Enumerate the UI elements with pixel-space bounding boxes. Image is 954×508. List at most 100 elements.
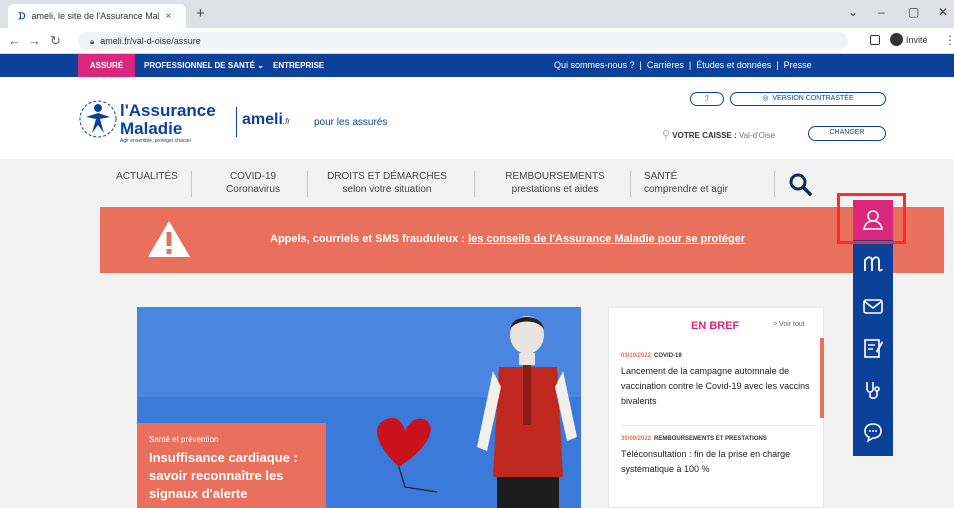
news-text: Téléconsultation : fin de la prise en ch… — [621, 449, 791, 474]
main-nav: ACTUALITÉS COVID-19 Coronavirus DROITS E… — [0, 159, 954, 207]
nav-covid-line2: Coronavirus — [226, 184, 280, 195]
fraud-alert-banner: Appels, courriels et SMS frauduleux : le… — [100, 207, 944, 273]
site-top-nav: ASSURÉ PROFESSIONNEL DE SANTÉ ⌄ ENTREPRI… — [0, 54, 954, 77]
stethoscope-icon — [866, 382, 880, 399]
mail-icon — [863, 299, 883, 314]
browser-menu-icon[interactable]: ⋮ — [944, 33, 954, 47]
nav-actualites-label: ACTUALITÉS — [116, 171, 178, 182]
contrast-version-button[interactable]: ◎ VERSION CONTRASTÉE — [730, 92, 886, 106]
site-header: l'Assurance Maladie Agir ensemble, proté… — [0, 77, 954, 159]
news-text: Lancement de la campagne automnale de va… — [621, 366, 810, 406]
nav-divider — [307, 171, 308, 197]
news-divider — [621, 425, 815, 426]
logo-line-1: l'Assurance — [120, 101, 216, 120]
forward-icon[interactable]: → — [28, 33, 41, 48]
alert-prefix: Appels, courriels et SMS frauduleux : — [270, 233, 465, 245]
tab-search-icon[interactable]: ⌄ — [848, 5, 858, 19]
en-bref-panel: EN BREF > Voir tout 03/10/2022 COVID-19 L… — [608, 307, 824, 508]
tab-overview-icon[interactable] — [870, 35, 880, 45]
logo-line-2: Maladie — [120, 119, 183, 138]
nav-sante[interactable]: SANTÉ comprendre et agir — [644, 170, 760, 196]
nav-divider — [630, 171, 631, 197]
news-tag: COVID-19 — [654, 353, 682, 359]
forms-button[interactable] — [853, 328, 893, 368]
chat-button[interactable] — [853, 412, 893, 452]
link-carrieres[interactable]: Carrières — [647, 60, 684, 70]
top-links: Qui sommes-nous ? | Carrières | Études et do… — [554, 60, 812, 70]
profile-label: Invité — [906, 34, 928, 45]
nav-sante-line1: SANTÉ — [644, 171, 678, 182]
news-meta: 30/09/2022 REMBOURSEMENTS ET PRESTATIONS — [621, 435, 815, 444]
lock-icon: 🔒︎ — [90, 37, 95, 46]
ameli-fr: .fr — [282, 117, 291, 126]
browser-toolbar: ← → ↻ 🔒︎ ameli.fr/val-d-oise/assure Invit… — [0, 28, 954, 54]
news-date: 30/09/2022 — [621, 436, 652, 442]
messaging-button[interactable] — [853, 286, 893, 326]
back-icon[interactable]: ← — [8, 33, 21, 48]
alert-link[interactable]: les conseils de l'Assurance Maladie pour… — [468, 233, 745, 245]
hero-category: Santé et prévention — [149, 435, 219, 444]
search-icon[interactable] — [788, 172, 812, 196]
nav-remboursements[interactable]: REMBOURSEMENTS prestations et aides — [490, 170, 620, 196]
voir-tout-link[interactable]: > Voir tout — [773, 321, 805, 328]
nav-actualites[interactable]: ACTUALITÉS — [102, 170, 192, 183]
news-item[interactable]: 03/10/2022 COVID-19 Lancement de la campa… — [621, 352, 815, 409]
assurance-maladie-logo[interactable]: l'Assurance Maladie Agir ensemble, proté… — [78, 99, 218, 147]
close-window-button[interactable]: ✕ — [938, 5, 948, 19]
caisse-label: VOTRE CAISSE : — [672, 131, 737, 140]
audience-label: pour les assurés — [314, 117, 388, 128]
address-bar[interactable]: 🔒︎ ameli.fr/val-d-oise/assure — [78, 32, 848, 50]
browser-tab-bar: ᗪ ameli, le site de l'Assurance Mala × +… — [0, 0, 954, 28]
news-tag: REMBOURSEMENTS ET PRESTATIONS — [654, 436, 767, 442]
warning-icon — [148, 221, 190, 257]
ameli-word: ameli — [242, 111, 283, 128]
ameli-favicon-icon: ᗪ — [18, 10, 26, 21]
nav-covid[interactable]: COVID-19 Coronavirus — [208, 170, 298, 196]
link-qui-sommes-nous[interactable]: Qui sommes-nous ? — [554, 60, 635, 70]
profile-button[interactable]: Invité — [890, 33, 928, 46]
brand-divider — [236, 107, 237, 137]
text-size-icon: ℐ — [705, 94, 709, 103]
ameli-account-button[interactable] — [853, 244, 893, 284]
hero-caption-card[interactable]: Santé et prévention Insuffisance cardiaq… — [137, 423, 326, 508]
link-presse[interactable]: Presse — [784, 60, 812, 70]
tab-professionnel-sante[interactable]: PROFESSIONNEL DE SANTÉ ⌄ — [144, 54, 264, 77]
nav-droits-demarches[interactable]: DROITS ET DÉMARCHES selon votre situatio… — [318, 170, 456, 196]
caisse-selector: ⚲ VOTRE CAISSE : Val-d'Oise — [662, 128, 775, 141]
nav-remboursements-line1: REMBOURSEMENTS — [505, 171, 605, 182]
reload-icon[interactable]: ↻ — [50, 33, 61, 49]
chat-icon — [864, 423, 882, 443]
news-item[interactable]: 30/09/2022 REMBOURSEMENTS ET PRESTATIONS … — [621, 435, 815, 477]
link-etudes-donnees[interactable]: Études et données — [696, 60, 771, 70]
location-pin-icon: ⚲ — [662, 129, 671, 141]
nav-divider — [191, 171, 192, 197]
browser-tab[interactable]: ᗪ ameli, le site de l'Assurance Mala × — [8, 4, 186, 28]
en-bref-title: EN BREF — [691, 320, 740, 332]
ameli-brand[interactable]: ameli.fr — [242, 111, 290, 129]
nav-divider — [774, 171, 775, 197]
nav-covid-line1: COVID-19 — [229, 171, 277, 182]
find-doctor-button[interactable] — [853, 370, 893, 410]
profile-avatar-icon — [890, 33, 903, 46]
new-tab-button[interactable]: + — [196, 5, 205, 22]
scroll-indicator — [820, 338, 824, 418]
news-meta: 03/10/2022 COVID-19 — [621, 352, 815, 361]
contrast-label: VERSION CONTRASTÉE — [772, 95, 854, 102]
maximize-button[interactable]: ▢ — [908, 5, 919, 19]
change-caisse-button[interactable]: CHANGER — [808, 126, 886, 141]
annotation-highlight-box — [837, 193, 906, 244]
url-text: ameli.fr/val-d-oise/assure — [100, 36, 201, 46]
browser-tab-title: ameli, le site de l'Assurance Mala — [31, 11, 160, 21]
tab-entreprise[interactable]: ENTREPRISE — [273, 54, 324, 77]
news-date: 03/10/2022 — [621, 353, 652, 359]
minimize-button[interactable]: – — [878, 5, 885, 19]
nav-divider — [474, 171, 475, 197]
logo-tagline: Agir ensemble, protéger chacun — [120, 138, 191, 144]
nav-sante-line2: comprendre et agir — [644, 184, 728, 195]
tab-close-icon[interactable]: × — [165, 11, 171, 22]
ameli-m-icon — [864, 256, 883, 272]
caisse-value: Val-d'Oise — [738, 131, 776, 140]
text-size-button[interactable]: ℐ — [690, 92, 724, 106]
assurance-maladie-emblem-icon — [79, 100, 117, 138]
tab-assure[interactable]: ASSURÉ — [78, 54, 135, 77]
